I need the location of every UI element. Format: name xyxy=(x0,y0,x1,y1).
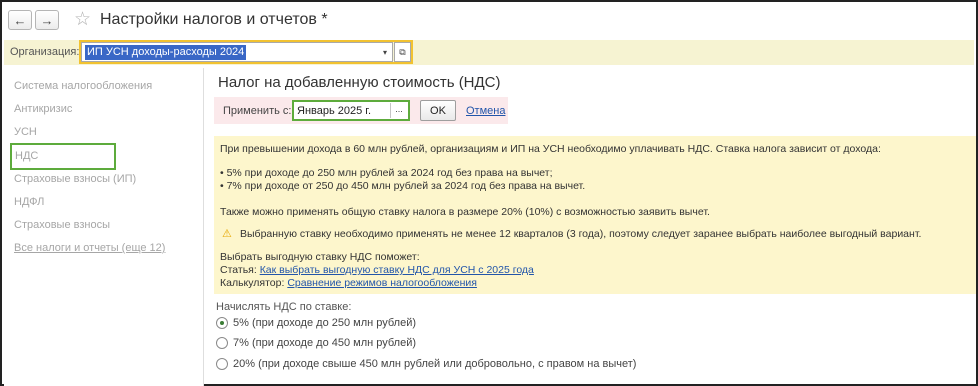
vat-rate-option-label: 5% (при доходе до 250 млн рублей) xyxy=(233,317,417,329)
organization-bar: Организация: ИП УСН доходы-расходы 2024 … xyxy=(4,40,974,65)
calculator-label: Калькулятор: xyxy=(220,277,285,289)
period-input[interactable]: Январь 2025 г. ... xyxy=(292,100,410,121)
sidebar-link-all-taxes[interactable]: Все налоги и отчеты (еще 12) xyxy=(14,242,165,254)
window-frame: ← → ☆ Настройки налогов и отчетов * Орга… xyxy=(0,0,978,386)
vat-rate-option-7[interactable]: 7% (при доходе до 450 млн рублей) xyxy=(216,337,416,349)
article-row: Статья: Как выбрать выгодную ставку НДС … xyxy=(220,264,534,276)
vat-rate-option-20[interactable]: 20% (при доходе свыше 450 млн рублей или… xyxy=(216,358,636,370)
period-select-button[interactable]: ... xyxy=(390,103,407,118)
article-link[interactable]: Как выбрать выгодную ставку НДС для УСН … xyxy=(260,264,534,276)
sidebar-item-tax-system[interactable]: Система налогообложения xyxy=(14,80,152,92)
arrow-right-icon: → xyxy=(40,12,54,28)
info-bullet-7: • 7% при доходе от 250 до 450 млн рублей… xyxy=(220,180,586,192)
apply-from-label: Применить с: xyxy=(223,105,292,117)
vat-rate-option-label: 20% (при доходе свыше 450 млн рублей или… xyxy=(233,358,637,370)
ok-button[interactable]: OK xyxy=(420,100,456,121)
info-panel: При превышении дохода в 60 млн рублей, о… xyxy=(214,136,976,294)
organization-label: Организация: xyxy=(10,46,80,58)
info-bullet-5: • 5% при доходе до 250 млн рублей за 202… xyxy=(220,167,553,179)
sidebar-item-vat[interactable]: НДС xyxy=(10,143,116,170)
back-button[interactable]: ← xyxy=(8,10,32,30)
calculator-row: Калькулятор: Сравнение режимов налогообл… xyxy=(220,277,477,289)
period-value: Январь 2025 г. xyxy=(297,105,372,117)
sidebar-item-insurance[interactable]: Страховые взносы xyxy=(14,219,110,231)
info-general-rate-text: Также можно применять общую ставку налог… xyxy=(220,206,710,218)
sidebar-item-anticrisis[interactable]: Антикризис xyxy=(14,103,72,115)
star-icon[interactable]: ☆ xyxy=(74,8,91,30)
radio-button[interactable] xyxy=(216,337,228,349)
title-bar: ← → ☆ Настройки налогов и отчетов * xyxy=(2,2,976,38)
page-title: Настройки налогов и отчетов * xyxy=(100,11,328,28)
arrow-left-icon: ← xyxy=(13,12,27,28)
sidebar: Система налогообложения Антикризис УСН Н… xyxy=(4,68,204,386)
vat-rate-option-label: 7% (при доходе до 450 млн рублей) xyxy=(233,337,417,349)
sidebar-item-insurance-ip[interactable]: Страховые взносы (ИП) xyxy=(14,173,136,185)
warning-text: Выбранную ставку необходимо применять не… xyxy=(240,228,922,240)
sidebar-item-label: НДС xyxy=(15,150,39,162)
warning-icon: ⚠ xyxy=(222,227,232,240)
apply-from-panel: Применить с: Январь 2025 г. ... OK Отмен… xyxy=(214,97,508,124)
radio-button-checked[interactable] xyxy=(216,317,228,329)
vat-rate-label: Начислять НДС по ставке: xyxy=(216,301,352,313)
info-intro-text: При превышении дохода в 60 млн рублей, о… xyxy=(220,143,881,155)
article-label: Статья: xyxy=(220,264,257,276)
forward-button[interactable]: → xyxy=(35,10,59,30)
radio-button[interactable] xyxy=(216,358,228,370)
cancel-link[interactable]: Отмена xyxy=(466,105,505,117)
calculator-link[interactable]: Сравнение режимов налогообложения xyxy=(287,277,477,289)
organization-highlight-frame xyxy=(79,40,413,64)
section-title: Налог на добавленную стоимость (НДС) xyxy=(218,74,501,91)
sidebar-item-ndfl[interactable]: НДФЛ xyxy=(14,196,44,208)
help-title: Выбрать выгодную ставку НДС поможет: xyxy=(220,251,420,263)
sidebar-item-usn[interactable]: УСН xyxy=(14,126,37,138)
vat-rate-option-5[interactable]: 5% (при доходе до 250 млн рублей) xyxy=(216,317,416,329)
